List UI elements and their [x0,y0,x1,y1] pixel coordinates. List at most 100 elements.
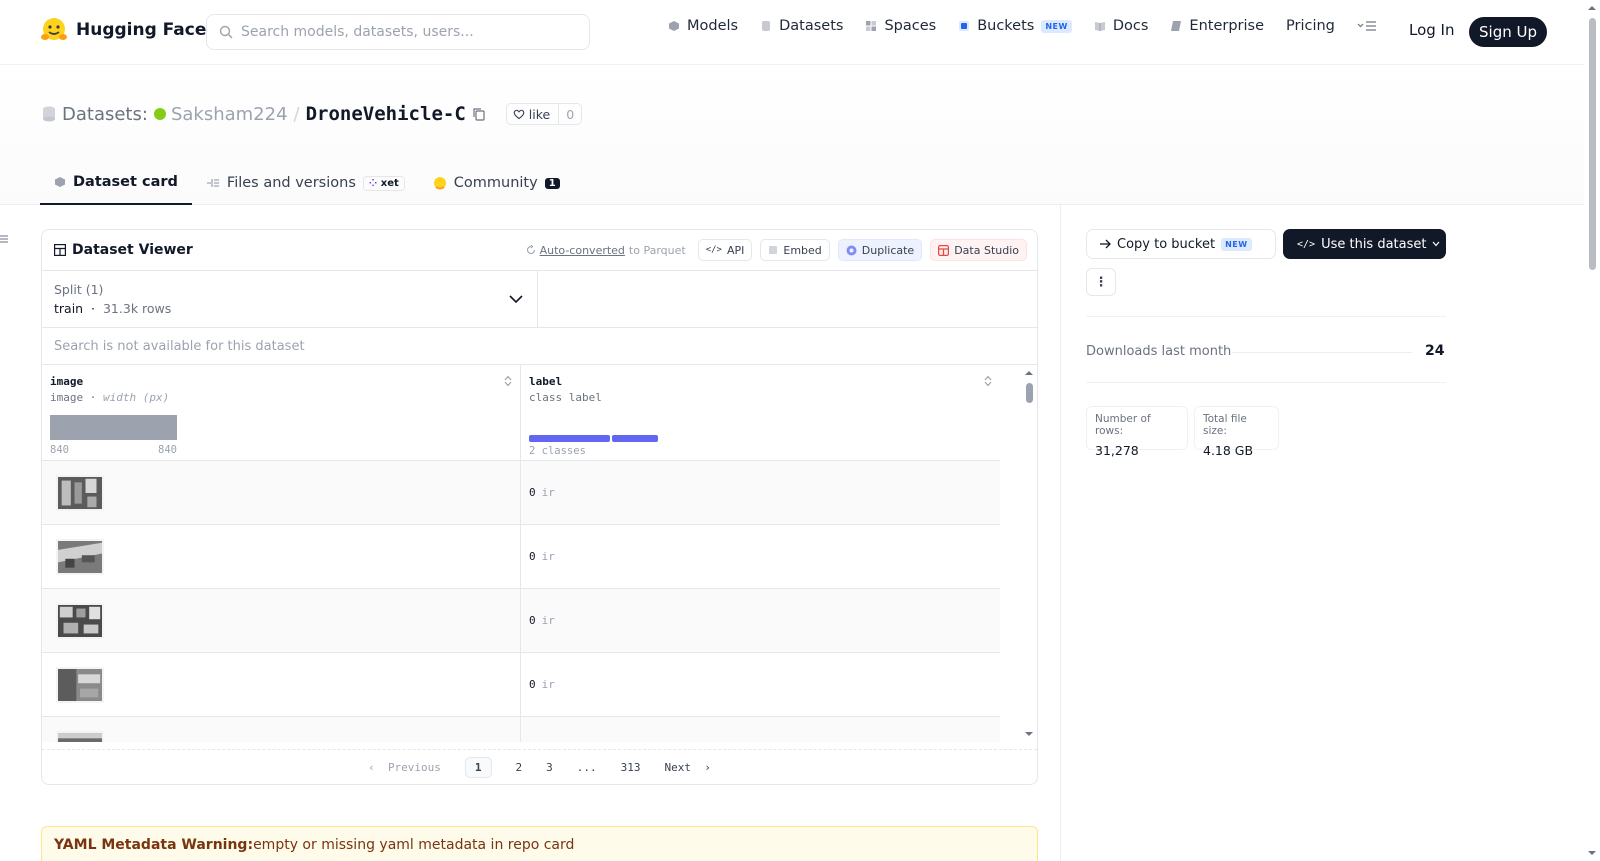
tab-dataset-card[interactable]: Dataset card [40,161,192,205]
thumbnail-image[interactable] [56,731,104,742]
scroll-down-icon[interactable] [1021,729,1037,739]
class-bar-1[interactable] [612,435,658,442]
data-studio-icon [938,244,950,256]
auto-converted-link[interactable]: Auto-converted [540,244,625,257]
page-scrollbar[interactable] [1584,0,1600,861]
scroll-up-icon[interactable] [1584,3,1600,13]
search-icon [219,25,233,39]
nav-models[interactable]: Models [668,18,738,34]
tab-files[interactable]: Files and versions ⁘ xet [192,161,419,205]
like-button[interactable]: like 0 [505,103,583,125]
scroll-up-icon[interactable] [1021,368,1037,378]
dataset-icon [43,106,55,122]
thumbnail-image[interactable] [56,603,104,639]
signup-button[interactable]: Sign Up [1469,17,1547,47]
image-cell [42,717,521,742]
toc-toggle-icon[interactable] [0,234,10,244]
downloads-label: Downloads last month [1086,344,1232,359]
page-1[interactable]: 1 [464,756,492,778]
nav-spaces-label: Spaces [884,18,937,34]
label-id: 0 [529,486,536,499]
breadcrumb-section[interactable]: Datasets: [62,104,148,125]
split-value: train · 31.3k rows [54,301,172,316]
table-row[interactable]: 0 ir [42,461,1000,525]
image-cell [42,653,521,716]
nav-buckets[interactable]: Buckets NEW [958,18,1072,34]
scroll-down-icon[interactable] [1584,848,1600,858]
label-name: ir [541,678,555,691]
thumbnail-image[interactable] [56,475,104,511]
image-width-axis: 840 840 [50,444,177,456]
search-input[interactable] [241,24,571,40]
label-cell: 0 ir [521,525,555,588]
copy-icon[interactable] [472,107,486,121]
column-type-image-text: image [50,391,84,404]
image-width-histogram-bar[interactable] [50,415,177,440]
label-name: ir [541,614,555,627]
files-icon [206,179,219,187]
use-this-dataset-button[interactable]: </> Use this dataset [1283,229,1446,259]
login-link[interactable]: Log In [1409,21,1455,39]
column-type-image: image · width (px) [50,391,170,404]
hugging-face-logo-icon [41,18,67,40]
page-2[interactable]: 2 [516,761,523,774]
page-scrollbar-thumb[interactable] [1589,18,1596,270]
nav-spaces[interactable]: Spaces [865,18,936,34]
next-page[interactable]: Next › [665,761,711,774]
column-header-label[interactable]: label class label 2 classes [521,365,1000,461]
models-icon [669,21,679,31]
nav-pricing[interactable]: Pricing [1286,18,1335,34]
search-box[interactable] [206,14,590,50]
duplicate-button-label: Duplicate [861,243,915,257]
column-subtype-image: width (px) [103,391,170,404]
like-count: 0 [566,106,575,122]
class-bar-0[interactable] [529,435,610,442]
viewer-actions: Auto-converted to Parquet </> API Embed … [526,239,1027,261]
nav-datasets[interactable]: Datasets [760,18,843,34]
nav-enterprise[interactable]: Enterprise [1170,18,1264,34]
label-cell: 0 ir [521,589,555,652]
grid-scrollbar-thumb[interactable] [1026,383,1033,403]
breadcrumb-user[interactable]: Saksham224 [153,104,288,125]
sort-icon[interactable] [984,375,992,387]
more-options-button[interactable]: ⋮ [1086,268,1116,296]
split-selector[interactable]: Split (1) train · 31.3k rows [42,271,538,327]
table-row[interactable]: 0 ir [42,589,1000,653]
table-row[interactable]: 0 ir [42,653,1000,717]
tab-community[interactable]: Community 1 [419,161,574,205]
repo-name[interactable]: DroneVehicle-C [306,103,466,125]
nav-links: Models Datasets Spaces Buckets NEW Docs … [668,18,1377,34]
brand[interactable]: Hugging Face [40,16,206,44]
downloads-value: 24 [1425,343,1445,359]
docs-icon [1094,22,1105,31]
grid-scrollbar[interactable] [1021,365,1037,742]
next-page-label: Next [664,760,692,774]
nav-datasets-label: Datasets [779,18,844,34]
label-cell [521,717,535,742]
nav-more[interactable] [1357,20,1377,32]
copy-to-bucket-button[interactable]: Copy to bucket NEW [1086,229,1276,259]
new-badge: NEW [1041,19,1072,33]
brand-name: Hugging Face [76,20,207,40]
thumbnail-image[interactable] [56,539,104,575]
table-row[interactable]: 0 ir [42,525,1000,589]
column-header-image[interactable]: image image · width (px) 840 840 [42,365,521,461]
page-3[interactable]: 3 [546,761,553,774]
embed-button[interactable]: Embed [760,239,830,261]
split-rows: 31.3k rows [102,301,172,316]
code-icon: </> [1297,238,1316,250]
label-id: 0 [529,678,536,691]
table-row[interactable] [42,717,1000,742]
copy-to-bucket-label: Copy to bucket [1117,236,1216,252]
like-text: like [528,106,551,122]
more-menu-icon [1357,21,1376,31]
page-last[interactable]: 313 [621,761,641,774]
like-label: like [507,104,560,124]
duplicate-button[interactable]: Duplicate [837,239,923,261]
previous-page[interactable]: ‹ Previous [368,761,441,774]
nav-docs[interactable]: Docs [1094,18,1148,34]
sort-icon[interactable] [504,375,512,387]
thumbnail-image[interactable] [56,667,104,703]
data-studio-button[interactable]: Data Studio [930,239,1027,261]
api-button[interactable]: </> API [697,239,753,261]
